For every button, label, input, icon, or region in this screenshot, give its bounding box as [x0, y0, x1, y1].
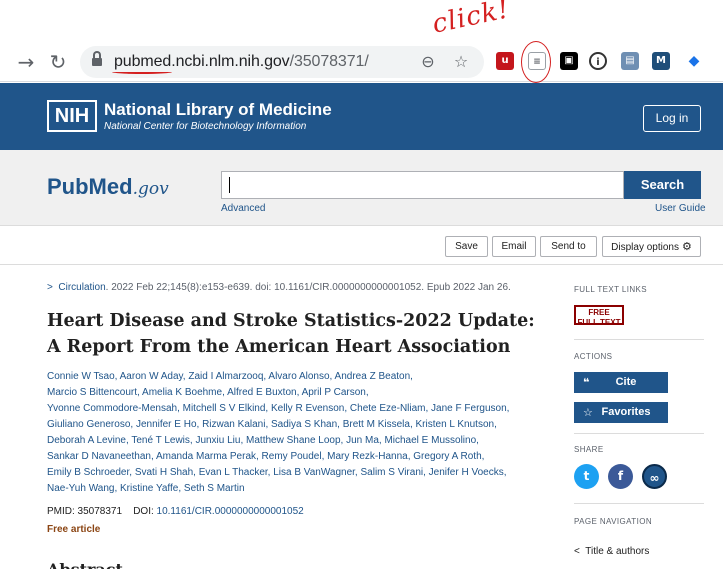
author-line[interactable]: Connie W Tsao, Aaron W Aday, Zaid I Alma…: [47, 369, 537, 385]
link-icon[interactable]: ∞: [642, 464, 667, 489]
pubmed-logo[interactable]: PubMed.gov: [47, 174, 169, 200]
doi-link[interactable]: 10.1161/CIR.0000000000001052: [157, 506, 304, 517]
gear-icon: ⚙: [681, 240, 692, 253]
author-line[interactable]: Marcio S Bittencourt, Amelia K Boehme, A…: [47, 385, 537, 401]
search-button[interactable]: Search: [624, 171, 701, 199]
nih-logo[interactable]: NIH: [47, 100, 97, 132]
lock-extension-icon[interactable]: ▣: [560, 52, 578, 70]
search-band: PubMed.gov Search Advanced User Guide: [0, 150, 723, 226]
forward-icon[interactable]: →: [14, 50, 38, 74]
journal-link[interactable]: Circulation: [58, 282, 105, 293]
pmid: PMID: 35078371: [47, 506, 123, 517]
bookmark-star-icon[interactable]: ☆: [451, 52, 471, 72]
annotation-circle: [521, 41, 551, 83]
nih-header: NIH National Library of Medicine Nationa…: [0, 83, 723, 150]
full-text-links-heading: FULL TEXT LINKS: [574, 285, 647, 294]
browser-toolbar: click! → ↻ pubmed.ncbi.nlm.nih.gov/35078…: [0, 0, 723, 83]
handwritten-annotation: click!: [429, 0, 513, 40]
cite-button[interactable]: ❝ Cite: [574, 372, 668, 393]
annotation-underline: [112, 70, 172, 74]
search-input[interactable]: [221, 171, 624, 199]
text-cursor: [229, 177, 230, 193]
url-text: pubmed.ncbi.nlm.nih.gov/35078371/: [114, 53, 369, 70]
graduation-cap-extension-icon[interactable]: ◆: [685, 52, 703, 70]
reload-icon[interactable]: ↻: [46, 50, 70, 74]
ncbi-subtitle: National Center for Biotechnology Inform…: [104, 121, 307, 132]
divider: [574, 433, 704, 434]
reader-extension-icon[interactable]: ▤: [621, 52, 639, 70]
action-bar: Save Email Send to Display options ⚙: [0, 227, 723, 265]
chevron-left-icon: <: [574, 546, 580, 557]
article-ids: PMID: 35078371 DOI: 10.1161/CIR.00000000…: [47, 506, 304, 517]
ublock-extension-icon[interactable]: u: [496, 52, 514, 70]
lock-icon: [92, 51, 102, 67]
divider: [574, 503, 704, 504]
facebook-icon[interactable]: f: [608, 464, 633, 489]
free-article-badge: Free article: [47, 524, 101, 535]
nlm-title[interactable]: National Library of Medicine: [104, 100, 332, 120]
author-line[interactable]: Yvonne Commodore-Mensah, Mitchell S V El…: [47, 401, 537, 417]
send-to-button[interactable]: Send to: [540, 236, 597, 257]
actions-heading: ACTIONS: [574, 352, 613, 361]
info-extension-icon[interactable]: i: [589, 52, 607, 70]
save-button[interactable]: Save: [445, 236, 488, 257]
author-line[interactable]: Sankar D Navaneethan, Amanda Marma Perak…: [47, 449, 537, 465]
favorites-button[interactable]: ☆ Favorites: [574, 402, 668, 423]
chevron-right-icon: >: [47, 282, 53, 293]
display-options-button[interactable]: Display options ⚙: [602, 236, 701, 257]
divider: [574, 339, 704, 340]
citation-line: > Circulation. 2022 Feb 22;145(8):e153-e…: [47, 282, 511, 293]
share-heading: SHARE: [574, 445, 604, 454]
twitter-icon[interactable]: t: [574, 464, 599, 489]
zoom-icon[interactable]: ⊖: [418, 52, 438, 72]
advanced-search-link[interactable]: Advanced: [221, 203, 265, 214]
user-guide-link[interactable]: User Guide: [655, 203, 706, 214]
author-list: Connie W Tsao, Aaron W Aday, Zaid I Alma…: [47, 369, 537, 497]
nav-title-authors[interactable]: < Title & authors: [574, 546, 649, 557]
author-line[interactable]: Emily B Schroeder, Svati H Shah, Evan L …: [47, 465, 537, 481]
page-navigation-heading: PAGE NAVIGATION: [574, 517, 653, 526]
author-line[interactable]: Nae-Yuh Wang, Kristine Yaffe, Seth S Mar…: [47, 481, 537, 497]
article-title: Heart Disease and Stroke Statistics-2022…: [47, 311, 535, 357]
abstract-heading: Abstract: [47, 560, 123, 569]
m-extension-icon[interactable]: M: [652, 52, 670, 70]
doi-label: DOI:: [133, 506, 154, 517]
author-line[interactable]: Deborah A Levine, Tené T Lewis, Junxiu L…: [47, 433, 537, 449]
free-full-text-link[interactable]: FREE FULL TEXT: [574, 305, 624, 327]
author-line[interactable]: Giuliano Generoso, Jennifer E Ho, Rizwan…: [47, 417, 537, 433]
email-button[interactable]: Email: [492, 236, 536, 257]
login-button[interactable]: Log in: [643, 105, 701, 132]
